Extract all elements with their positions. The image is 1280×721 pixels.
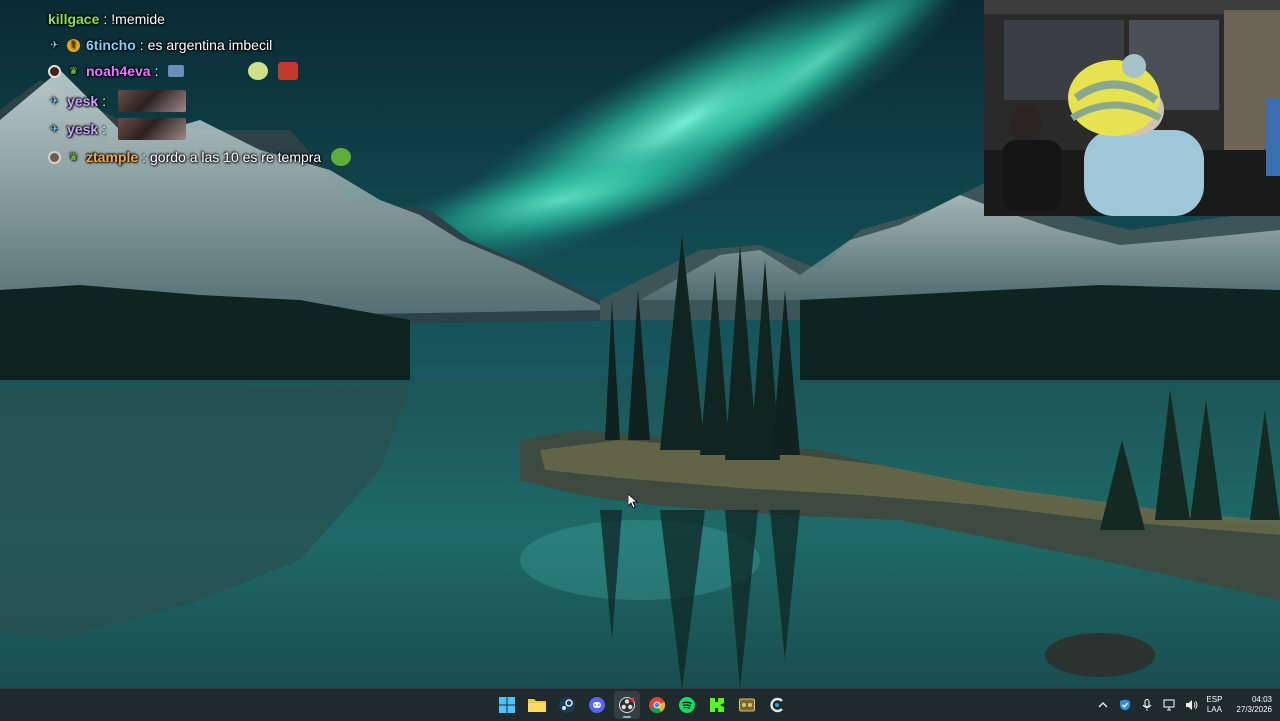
tv-emote-icon <box>168 65 185 77</box>
frog-badge-icon: ♛ <box>69 65 78 77</box>
chat-username: noah4eva <box>86 63 151 79</box>
moderator-badge-icon <box>48 150 61 164</box>
folder-icon <box>528 699 546 712</box>
pin-badge-icon: ✈ <box>50 123 59 135</box>
obs-icon <box>619 697 635 713</box>
chat-message: ✈ ! 6tincho : es argentina imbecil <box>48 33 272 57</box>
taskbar-chrome-button[interactable] <box>644 691 670 719</box>
frog-tag-emote-icon <box>248 62 269 80</box>
taskbar-kick-button[interactable] <box>704 691 730 719</box>
steam-icon <box>559 697 575 713</box>
taskbar-spotify-button[interactable] <box>674 691 700 719</box>
ccleaner-icon <box>770 697 783 713</box>
moderator-badge-icon <box>48 64 61 78</box>
photo-emote-icon <box>118 90 187 112</box>
hat-emote-icon <box>278 62 299 80</box>
taskbar-file-explorer-button[interactable] <box>524 691 550 719</box>
chat-username: yesk <box>67 93 99 109</box>
chevron-up-icon[interactable] <box>1096 698 1110 712</box>
chat-text: es argentina imbecil <box>147 37 273 53</box>
clock-time: 04:03 <box>1251 695 1272 704</box>
language-indicator[interactable]: ESP LAA <box>1206 695 1222 715</box>
game-icon <box>739 698 755 712</box>
taskbar-game-button[interactable] <box>734 691 760 719</box>
chrome-icon <box>649 697 665 713</box>
chat-username: killgace <box>48 11 100 27</box>
mouse-cursor-icon <box>628 494 638 508</box>
chat-separator: : <box>139 37 144 53</box>
taskbar-obs-button[interactable] <box>614 691 640 719</box>
chat-username: yesk <box>67 121 99 137</box>
chat-separator: : <box>142 149 147 165</box>
volume-icon[interactable] <box>1184 698 1198 712</box>
chat-message: ♛ noah4eva : <box>48 59 299 83</box>
chat-message: killgace : !memide <box>48 7 165 31</box>
spotify-icon <box>679 697 695 713</box>
network-icon[interactable] <box>1162 698 1176 712</box>
taskbar: ESP LAA 04:03 27/3/2026 <box>0 688 1280 721</box>
chat-separator: : <box>102 121 107 137</box>
chat-username: ztample <box>86 149 139 165</box>
discord-icon <box>589 697 605 713</box>
webcam-feed <box>984 0 1280 216</box>
chat-message: ✈ yesk : <box>48 89 187 113</box>
chat-text: gordo a las 10 es re tempra <box>150 149 322 165</box>
webcam-overlay <box>984 0 1280 216</box>
microphone-icon[interactable] <box>1140 698 1154 712</box>
pin-badge-icon: ✈ <box>50 39 59 51</box>
pepe-emote-icon <box>331 148 352 166</box>
kick-icon <box>710 698 724 712</box>
taskbar-ccleaner-button[interactable] <box>764 691 790 719</box>
taskbar-steam-button[interactable] <box>554 691 580 719</box>
chat-separator: : <box>103 11 108 27</box>
keyboard-layout: LAA <box>1206 705 1222 714</box>
chat-message: ♛ ztample : gordo a las 10 es re tempra <box>48 145 352 169</box>
taskbar-discord-button[interactable] <box>584 691 610 719</box>
system-tray: ESP LAA 04:03 27/3/2026 <box>1096 689 1272 721</box>
chat-message: ✈ yesk : <box>48 117 187 141</box>
coin-badge-icon: ! <box>67 38 80 52</box>
windows-icon <box>499 697 515 713</box>
chat-text: !memide <box>111 11 165 27</box>
taskbar-clock[interactable]: 04:03 27/3/2026 <box>1236 695 1272 715</box>
photo-emote-icon <box>118 118 187 140</box>
taskbar-app-list <box>494 691 790 719</box>
defender-icon[interactable] <box>1118 698 1132 712</box>
taskbar-start-button[interactable] <box>494 691 520 719</box>
clock-date: 27/3/2026 <box>1236 705 1272 714</box>
chat-separator: : <box>154 63 159 79</box>
frog-badge-icon: ♛ <box>69 151 78 163</box>
pin-badge-icon: ✈ <box>50 95 59 107</box>
language-code: ESP <box>1206 695 1223 704</box>
chat-username: 6tincho <box>86 37 136 53</box>
chat-separator: : <box>102 93 107 109</box>
